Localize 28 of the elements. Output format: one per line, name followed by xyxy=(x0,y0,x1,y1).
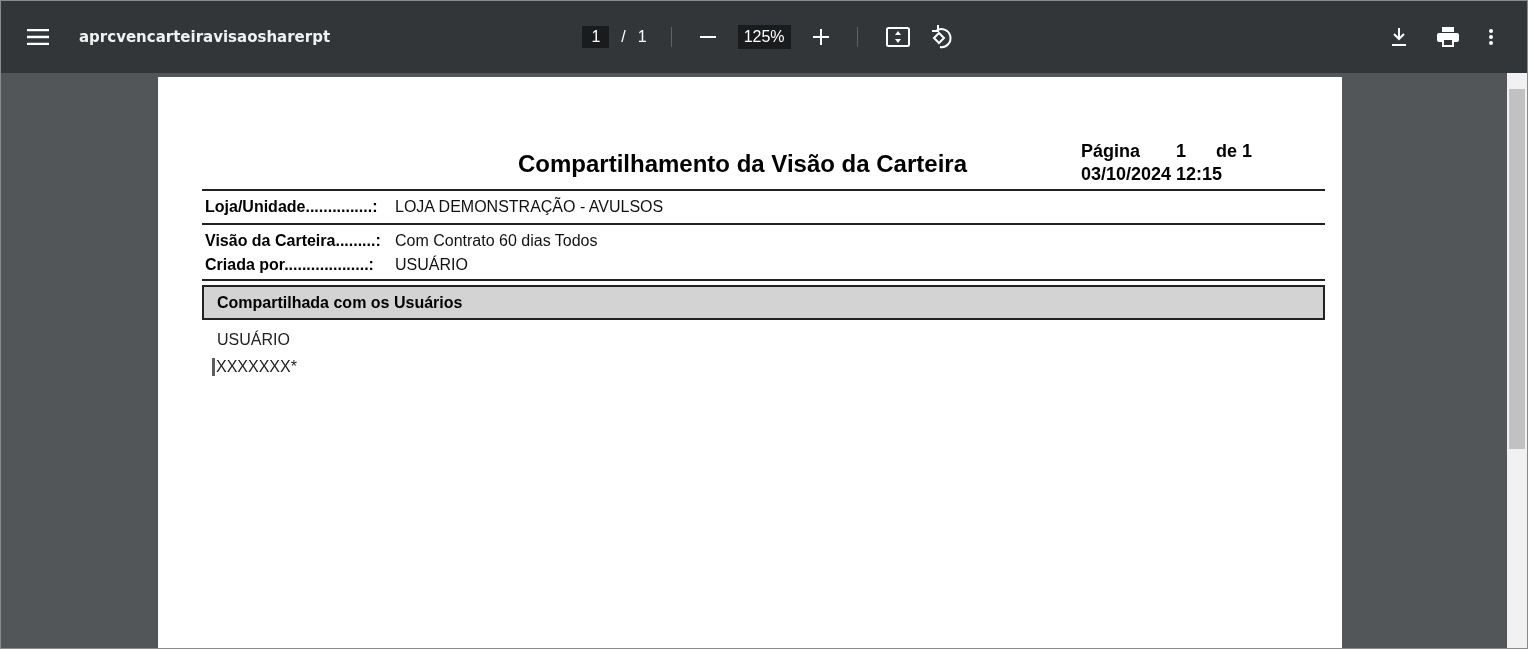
zoom-in-icon[interactable] xyxy=(812,29,829,45)
section-title: Compartilhada com os Usuários xyxy=(217,293,463,312)
page-separator: / xyxy=(621,28,626,46)
page-number-field[interactable]: 1 xyxy=(582,26,610,48)
download-icon[interactable] xyxy=(1391,28,1407,46)
fit-page-icon[interactable] xyxy=(885,27,910,47)
user-name: XXXXXXX* xyxy=(216,357,297,377)
document-title: aprcvencarteiravisaosharerpt xyxy=(79,28,331,46)
field-label: Visão da Carteira.........: xyxy=(205,232,382,250)
field-value: LOJA DEMONSTRAÇÃO - AVULSOS xyxy=(395,198,664,216)
page-count: de 1 xyxy=(1216,141,1253,162)
rotate-icon[interactable] xyxy=(929,25,954,49)
scrollbar-thumb[interactable] xyxy=(1509,89,1525,449)
field-label: Criada por...................: xyxy=(205,256,375,274)
menu-icon[interactable] xyxy=(27,29,49,45)
field-value: USUÁRIO xyxy=(395,256,468,274)
field-value: Com Contrato 60 dias Todos xyxy=(395,232,598,250)
report-title: Compartilhamento da Visão da Carteira xyxy=(518,150,967,178)
print-icon[interactable] xyxy=(1437,27,1459,47)
scrollbar[interactable] xyxy=(1507,73,1527,648)
user-name: USUÁRIO xyxy=(217,331,290,348)
zoom-field[interactable]: 125% xyxy=(737,25,791,49)
page-total: 1 xyxy=(637,28,647,46)
page-number: 1 xyxy=(1176,141,1187,162)
more-options-icon[interactable] xyxy=(1489,29,1493,45)
field-label: Loja/Unidade...............: xyxy=(205,198,379,216)
report-datetime: 03/10/2024 12:15 xyxy=(1081,164,1224,185)
page-label: Página xyxy=(1081,141,1141,162)
